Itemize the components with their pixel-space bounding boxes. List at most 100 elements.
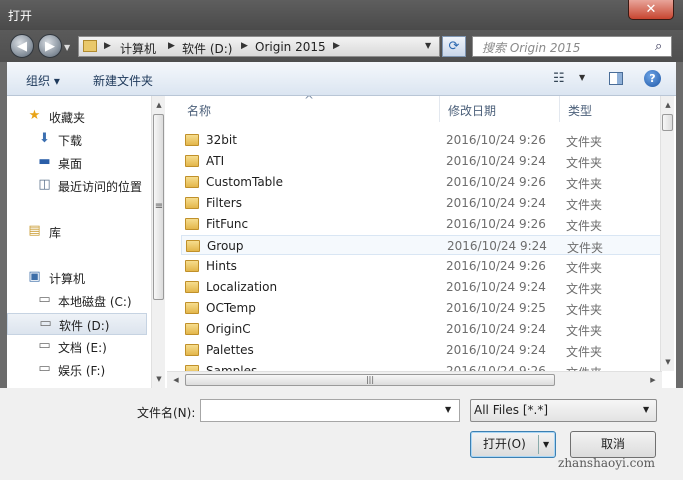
list-item[interactable]: 32bit 2016/10/24 9:26 文件夹: [181, 130, 661, 150]
close-button[interactable]: ✕: [628, 0, 674, 20]
view-dropdown-icon[interactable]: ▼: [579, 73, 585, 82]
column-header-label: 类型: [568, 104, 593, 118]
sidebar-item-drive-f[interactable]: ▭ 娱乐 (F:): [7, 359, 147, 381]
preview-pane-icon[interactable]: [609, 72, 623, 85]
file-name: Hints: [206, 259, 237, 273]
column-header-date[interactable]: 修改日期: [440, 96, 560, 122]
filename-input[interactable]: ▼: [200, 399, 460, 422]
navigation-scrollbar[interactable]: ▲ ≡ ▼: [151, 96, 165, 388]
recent-places-icon: ◫: [38, 177, 51, 192]
watermark: zhanshaoyi.com: [558, 456, 655, 470]
drive-icon: ▭: [39, 316, 52, 331]
file-date: 2016/10/24 9:24: [446, 196, 546, 210]
chevron-down-icon[interactable]: ▼: [445, 405, 451, 414]
help-icon[interactable]: ?: [644, 70, 661, 87]
folder-icon: [185, 302, 199, 314]
file-type: 文件夹: [566, 219, 603, 233]
sidebar-item-libraries[interactable]: ▤ 库: [7, 221, 147, 243]
list-item[interactable]: Localization 2016/10/24 9:24 文件夹: [181, 277, 661, 297]
file-type: 文件夹: [566, 324, 603, 338]
horizontal-scrollbar[interactable]: ◀ ||| ▶: [167, 371, 662, 388]
back-button[interactable]: ◀: [10, 34, 34, 58]
sidebar-item-downloads[interactable]: ⬇ 下载: [7, 129, 147, 151]
list-item[interactable]: Filters 2016/10/24 9:24 文件夹: [181, 193, 661, 213]
file-name: Palettes: [206, 343, 254, 357]
list-item[interactable]: Group 2016/10/24 9:24 文件夹: [181, 235, 661, 255]
view-options-icon[interactable]: ☷: [553, 71, 565, 86]
list-item[interactable]: OCTemp 2016/10/24 9:25 文件夹: [181, 298, 661, 318]
scroll-up-arrow-icon[interactable]: ▲: [661, 98, 675, 112]
list-item[interactable]: ATI 2016/10/24 9:24 文件夹: [181, 151, 661, 171]
sidebar-item-favorites[interactable]: ★ 收藏夹: [7, 106, 147, 128]
list-item[interactable]: Hints 2016/10/24 9:26 文件夹: [181, 256, 661, 276]
organize-button[interactable]: 组织 ▾: [26, 72, 60, 89]
recent-locations-dropdown[interactable]: ▼: [64, 43, 70, 52]
file-type: 文件夹: [566, 303, 603, 317]
sidebar-item-computer[interactable]: ▣ 计算机: [7, 267, 147, 289]
file-type: 文件夹: [566, 261, 603, 275]
window-title: 打开: [8, 9, 33, 23]
address-dropdown-icon[interactable]: ▼: [425, 41, 431, 50]
scroll-down-arrow-icon[interactable]: ▼: [661, 355, 675, 369]
list-item[interactable]: FitFunc 2016/10/24 9:26 文件夹: [181, 214, 661, 234]
column-header-name[interactable]: 名称 ^: [179, 96, 440, 122]
scrollbar-thumb[interactable]: [662, 114, 673, 131]
folder-icon: [185, 281, 199, 293]
breadcrumb-origin-2015[interactable]: Origin 2015: [255, 40, 326, 54]
sidebar-item-drive-e[interactable]: ▭ 文档 (E:): [7, 336, 147, 358]
file-date: 2016/10/24 9:26: [446, 133, 546, 147]
new-folder-button[interactable]: 新建文件夹: [93, 72, 153, 89]
search-icon[interactable]: ⌕: [655, 39, 662, 54]
cancel-button[interactable]: 取消: [570, 431, 656, 458]
sidebar-item-label: 收藏夹: [49, 111, 86, 125]
folder-icon: [185, 218, 199, 230]
sort-ascending-icon: ^: [304, 96, 315, 107]
content-area: ★ 收藏夹 ⬇ 下载 ▬ 桌面 ◫ 最近访问的位置 ▤ 库 ▣ 计算机 ▭ 本地…: [7, 96, 676, 388]
breadcrumb-computer[interactable]: 计算机: [120, 40, 156, 57]
scroll-up-arrow-icon[interactable]: ▲: [152, 98, 166, 112]
sidebar-item-label: 娱乐 (F:): [58, 364, 106, 378]
file-name: Group: [207, 239, 244, 253]
sidebar-item-drive-d[interactable]: ▭ 软件 (D:): [7, 313, 147, 335]
chevron-right-icon[interactable]: ▶: [104, 41, 111, 51]
search-placeholder: 搜索 Origin 2015: [482, 41, 581, 55]
chevron-down-icon[interactable]: ▼: [543, 432, 549, 457]
file-type: 文件夹: [566, 345, 603, 359]
list-item[interactable]: Palettes 2016/10/24 9:24 文件夹: [181, 340, 661, 360]
address-bar[interactable]: ▶ 计算机 ▶ 软件 (D:) ▶ Origin 2015 ▶ ▼: [78, 36, 440, 57]
sidebar-item-desktop[interactable]: ▬ 桌面: [7, 152, 147, 174]
chevron-right-icon[interactable]: ▶: [333, 41, 340, 51]
column-header-type[interactable]: 类型: [560, 96, 660, 122]
file-list-scrollbar[interactable]: ▲ ▼: [660, 96, 674, 371]
file-type: 文件夹: [567, 241, 604, 255]
file-type: 文件夹: [566, 135, 603, 149]
open-button[interactable]: 打开(O) ▼: [470, 431, 556, 458]
chevron-right-icon[interactable]: ▶: [241, 41, 248, 51]
list-item[interactable]: CustomTable 2016/10/24 9:26 文件夹: [181, 172, 661, 192]
list-item[interactable]: OriginC 2016/10/24 9:24 文件夹: [181, 319, 661, 339]
scroll-left-arrow-icon[interactable]: ◀: [169, 373, 183, 387]
scroll-right-arrow-icon[interactable]: ▶: [646, 373, 660, 387]
refresh-icon: ⟳: [448, 39, 460, 54]
breadcrumb-drive-d[interactable]: 软件 (D:): [182, 40, 232, 57]
folder-icon: [83, 40, 97, 52]
chevron-right-icon[interactable]: ▶: [168, 41, 175, 51]
file-type: 文件夹: [566, 198, 603, 212]
file-type-select[interactable]: All Files [*.*] ▼: [470, 399, 657, 422]
file-name: CustomTable: [206, 175, 284, 189]
file-date: 2016/10/24 9:26: [446, 217, 546, 231]
filename-label: 文件名(N):: [137, 406, 196, 420]
back-arrow-icon: ◀: [17, 39, 27, 54]
forward-button[interactable]: ▶: [38, 34, 62, 58]
title-bar: 打开 ✕: [0, 0, 683, 30]
sidebar-item-label: 库: [49, 226, 62, 240]
folder-icon: [185, 323, 199, 335]
refresh-button[interactable]: ⟳: [442, 36, 466, 57]
computer-icon: ▣: [28, 269, 41, 284]
sidebar-item-label: 下载: [58, 134, 83, 148]
sidebar-item-label: 软件 (D:): [59, 319, 110, 333]
scroll-down-arrow-icon[interactable]: ▼: [152, 372, 166, 386]
sidebar-item-recent-places[interactable]: ◫ 最近访问的位置: [7, 175, 147, 197]
search-input[interactable]: 搜索 Origin 2015 ⌕: [472, 36, 672, 57]
sidebar-item-drive-c[interactable]: ▭ 本地磁盘 (C:): [7, 290, 147, 312]
